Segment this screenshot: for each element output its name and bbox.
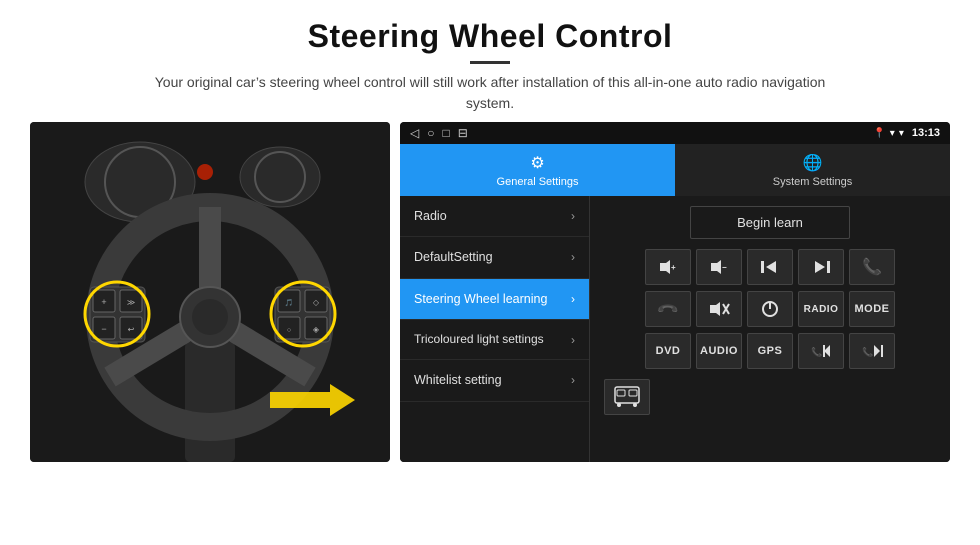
- status-right: 📍 ▾ ▾ 13:13: [873, 127, 940, 139]
- ctrl-row-4: [596, 379, 944, 415]
- next-track-icon: [811, 259, 831, 275]
- page-subtitle: Your original car’s steering wheel contr…: [150, 72, 830, 114]
- vol-up-icon: +: [658, 258, 678, 276]
- svg-text:◇: ◇: [313, 298, 320, 307]
- recent-icon[interactable]: □: [442, 126, 449, 140]
- svg-text:◈: ◈: [313, 325, 320, 334]
- svg-text:🎵: 🎵: [285, 298, 294, 307]
- page-wrapper: Steering Wheel Control Your original car…: [0, 0, 980, 545]
- menu-item-default-label: DefaultSetting: [414, 249, 493, 265]
- menu-item-whitelist-label: Whitelist setting: [414, 372, 502, 388]
- menu-whitelist-chevron: ›: [571, 373, 575, 387]
- home-icon[interactable]: ○: [427, 126, 434, 140]
- whitelist-icon-button[interactable]: [604, 379, 650, 415]
- menu-radio-chevron: ›: [571, 209, 575, 223]
- wifi-icon: ▾: [890, 128, 895, 139]
- svg-text:📞: 📞: [862, 346, 874, 357]
- vol-up-button[interactable]: +: [645, 249, 691, 285]
- svg-text:📞: 📞: [811, 346, 823, 357]
- menu-default-chevron: ›: [571, 250, 575, 264]
- status-nav-icons: ◁ ○ □ ⊟: [410, 126, 468, 140]
- android-panel: ◁ ○ □ ⊟ 📍 ▾ ▾ 13:13 ⚙ General Settings: [400, 122, 950, 462]
- menu-item-tricoloured[interactable]: Tricoloured light settings ›: [400, 320, 589, 361]
- content-area: + ≫ − ↩ 🎵 ◇ ○ ◈: [0, 122, 980, 545]
- prev-track-button[interactable]: [747, 249, 793, 285]
- svg-text:+: +: [671, 263, 676, 272]
- vol-down-button[interactable]: −: [696, 249, 742, 285]
- prev-track-icon: [760, 259, 780, 275]
- menu-item-tricoloured-label: Tricoloured light settings: [414, 332, 544, 348]
- svg-text:↩: ↩: [128, 325, 135, 334]
- ctrl-row-2: 📞: [596, 291, 944, 327]
- menu-steering-chevron: ›: [571, 292, 575, 306]
- signal-icon: ▾: [899, 128, 904, 139]
- general-settings-icon: ⚙: [530, 153, 544, 173]
- menu-icon[interactable]: ⊟: [458, 126, 468, 140]
- menu-item-steering-label: Steering Wheel learning: [414, 291, 547, 307]
- ctrl-row-1: + −: [596, 249, 944, 285]
- menu-list: Radio › DefaultSetting › Steering Wheel …: [400, 196, 590, 462]
- status-bar: ◁ ○ □ ⊟ 📍 ▾ ▾ 13:13: [400, 122, 950, 144]
- phone-icon: 📞: [862, 257, 882, 277]
- tab-system[interactable]: 🌐 System Settings: [675, 144, 950, 196]
- bus-icon: [613, 385, 641, 409]
- phone-next-icon: 📞: [861, 343, 883, 359]
- svg-text:−: −: [101, 324, 106, 334]
- menu-tricoloured-chevron: ›: [571, 333, 575, 347]
- phone-prev-button[interactable]: 📞: [798, 333, 844, 369]
- begin-learn-row: Begin learn: [596, 204, 944, 243]
- mode-button[interactable]: MODE: [849, 291, 895, 327]
- mute-button[interactable]: [696, 291, 742, 327]
- begin-learn-button[interactable]: Begin learn: [690, 206, 850, 239]
- phone-next-button[interactable]: 📞: [849, 333, 895, 369]
- svg-text:≫: ≫: [127, 298, 135, 307]
- power-icon: [761, 300, 779, 318]
- page-header: Steering Wheel Control Your original car…: [0, 0, 980, 122]
- tab-bar: ⚙ General Settings 🌐 System Settings: [400, 144, 950, 196]
- audio-button[interactable]: AUDIO: [696, 333, 742, 369]
- radio-button[interactable]: RADIO: [798, 291, 844, 327]
- tab-general[interactable]: ⚙ General Settings: [400, 144, 675, 196]
- menu-item-radio-label: Radio: [414, 208, 447, 224]
- mute-icon: [708, 300, 730, 318]
- phone-end-button[interactable]: 📞: [645, 291, 691, 327]
- phone-prev-icon: 📞: [810, 343, 832, 359]
- svg-text:○: ○: [287, 327, 291, 334]
- tab-system-label: System Settings: [773, 176, 852, 188]
- dvd-button[interactable]: DVD: [645, 333, 691, 369]
- location-icon: 📍: [873, 128, 885, 139]
- menu-item-default[interactable]: DefaultSetting ›: [400, 237, 589, 278]
- header-divider: [470, 61, 510, 64]
- page-title: Steering Wheel Control: [40, 18, 940, 55]
- steering-wheel-svg: + ≫ − ↩ 🎵 ◇ ○ ◈: [30, 122, 390, 462]
- menu-item-radio[interactable]: Radio ›: [400, 196, 589, 237]
- power-button[interactable]: [747, 291, 793, 327]
- system-settings-icon: 🌐: [803, 153, 823, 173]
- gps-button[interactable]: GPS: [747, 333, 793, 369]
- back-icon[interactable]: ◁: [410, 126, 419, 140]
- steering-panel: + ≫ − ↩ 🎵 ◇ ○ ◈: [30, 122, 390, 462]
- next-track-button[interactable]: [798, 249, 844, 285]
- menu-item-whitelist[interactable]: Whitelist setting ›: [400, 360, 589, 401]
- vol-down-icon: −: [709, 258, 729, 276]
- svg-text:+: +: [101, 297, 106, 307]
- svg-text:−: −: [722, 263, 727, 272]
- status-time: 13:13: [912, 127, 940, 139]
- phone-end-icon: 📞: [656, 297, 680, 321]
- android-main: Radio › DefaultSetting › Steering Wheel …: [400, 196, 950, 462]
- phone-answer-button[interactable]: 📞: [849, 249, 895, 285]
- controls-panel: Begin learn + −: [590, 196, 950, 462]
- menu-item-steering[interactable]: Steering Wheel learning ›: [400, 279, 589, 320]
- ctrl-row-3: DVD AUDIO GPS 📞 📞: [596, 333, 944, 369]
- tab-general-label: General Settings: [497, 176, 579, 188]
